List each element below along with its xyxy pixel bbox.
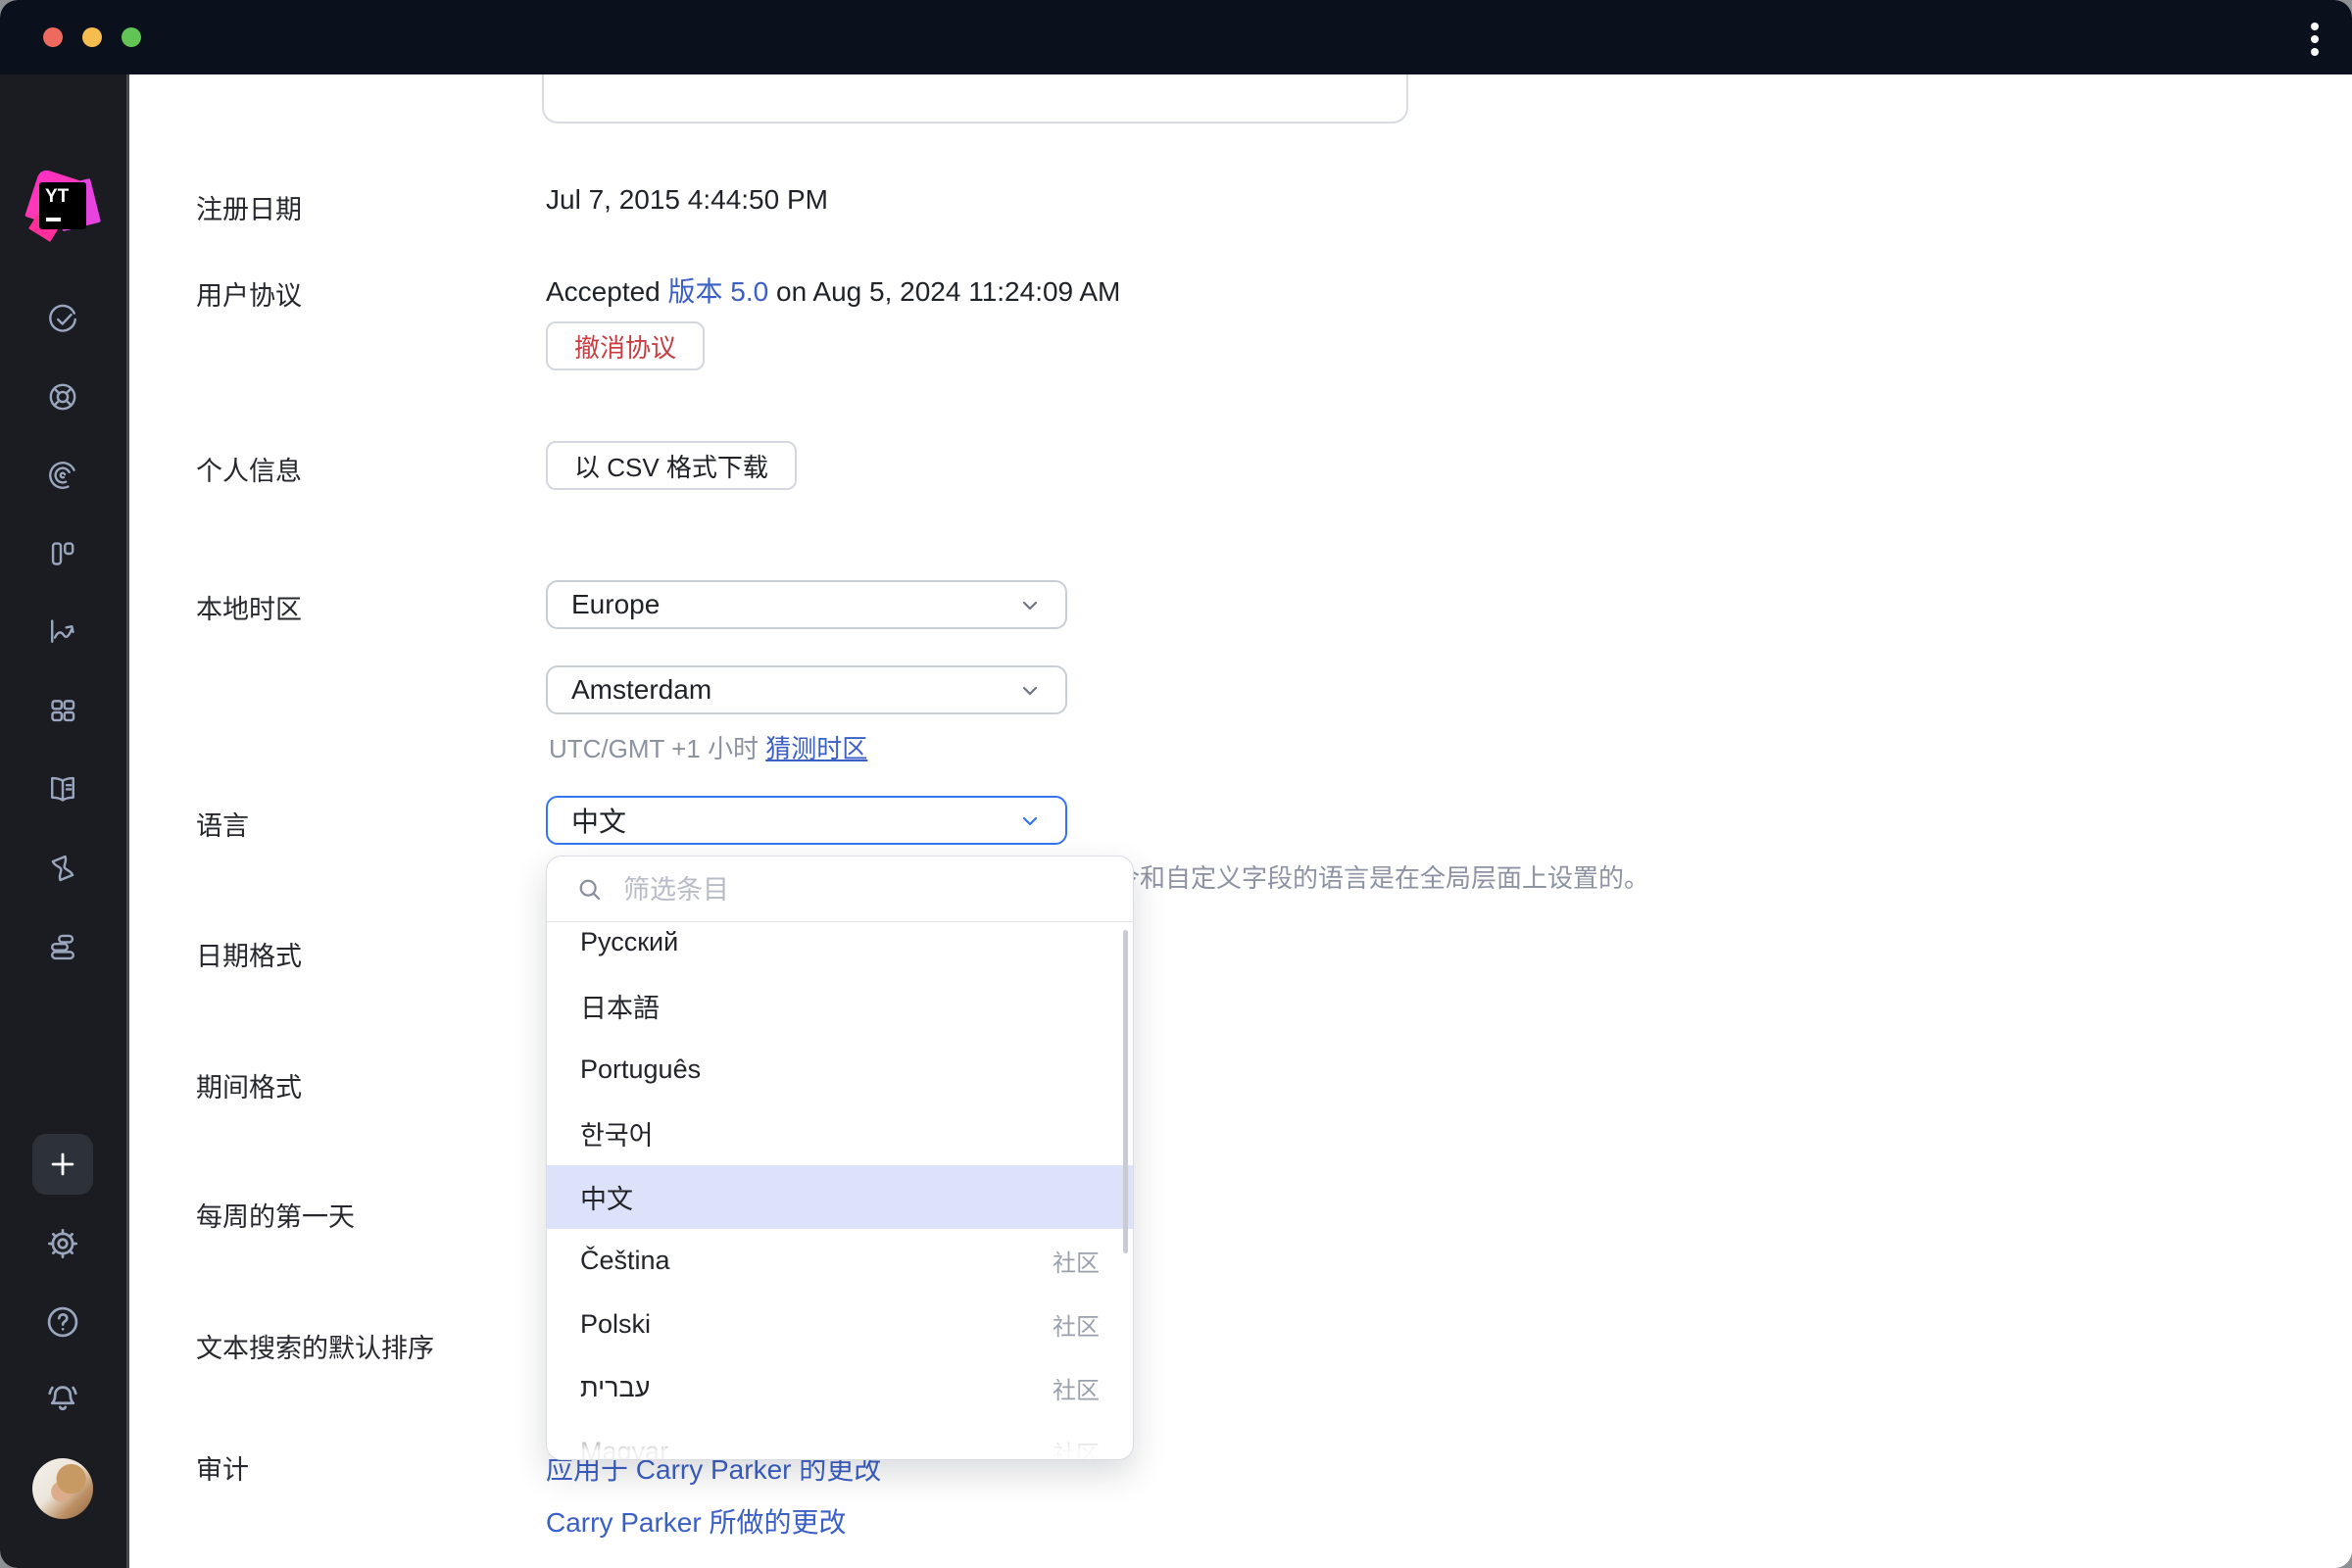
dropdown-options-list: Русский 日本語 Português 한국어 中文 Čeština社区: [547, 922, 1133, 1460]
language-option-hungarian[interactable]: Magyar社区: [547, 1420, 1133, 1460]
download-csv-button[interactable]: 以 CSV 格式下载: [546, 441, 797, 490]
issues-check-icon[interactable]: [46, 303, 79, 336]
field-label-date-format: 日期格式: [196, 935, 302, 973]
language-dropdown-panel: Русский 日本語 Português 한국어 中文 Čeština社区: [546, 856, 1134, 1460]
agreement-version-link[interactable]: 版本 5.0: [668, 276, 769, 307]
field-label-language: 语言: [196, 805, 249, 843]
agreement-suffix: on Aug 5, 2024 11:24:09 AM: [768, 276, 1120, 307]
dropdown-filter-input[interactable]: [621, 868, 1086, 911]
agile-boards-icon[interactable]: [46, 537, 79, 570]
field-label-user-agreement: 用户协议: [196, 274, 302, 313]
window-titlebar: [0, 0, 2352, 74]
timezone-offset-text: UTC/GMT +1 小时: [549, 734, 765, 763]
reports-trend-icon[interactable]: [46, 614, 79, 648]
revoke-agreement-button[interactable]: 撤消协议: [546, 321, 705, 370]
chevron-down-icon: [1018, 808, 1042, 832]
search-icon: [576, 876, 603, 903]
timezone-city-select[interactable]: Amsterdam: [546, 665, 1067, 714]
logo-text: YT: [45, 186, 69, 207]
language-option-japanese[interactable]: 日本語: [547, 974, 1133, 1038]
helpdesk-lifebuoy-icon[interactable]: [46, 380, 79, 414]
notifications-bell-icon[interactable]: [44, 1380, 81, 1417]
dropdown-search-row: [547, 857, 1133, 922]
language-selected-value: 中文: [571, 801, 626, 840]
spiral-icon[interactable]: [46, 459, 79, 492]
close-window-button[interactable]: [43, 27, 63, 47]
text-field-partial[interactable]: [542, 74, 1408, 123]
agreement-status-line: Accepted 版本 5.0 on Aug 5, 2024 11:24:09 …: [546, 270, 1120, 310]
language-option-korean[interactable]: 한국어: [547, 1102, 1133, 1165]
field-label-audit: 审计: [196, 1448, 249, 1487]
language-option-hebrew[interactable]: עברית社区: [547, 1356, 1133, 1420]
field-label-local-timezone: 本地时区: [196, 588, 302, 626]
chevron-down-icon: [1018, 678, 1042, 702]
expand-sidebar-icon[interactable]: [46, 1563, 79, 1568]
knowledge-book-icon[interactable]: [46, 772, 79, 806]
agreement-prefix: Accepted: [546, 276, 668, 307]
language-select[interactable]: 中文: [546, 796, 1067, 845]
user-avatar[interactable]: [32, 1458, 93, 1519]
apps-grid-icon[interactable]: [46, 694, 79, 727]
registration-date-value: Jul 7, 2015 4:44:50 PM: [546, 184, 828, 216]
create-new-button[interactable]: [32, 1134, 93, 1195]
dropdown-scrollbar-thumb[interactable]: [1123, 930, 1128, 1253]
timezone-region-select[interactable]: Europe: [546, 580, 1067, 629]
audit-made-changes-link[interactable]: Carry Parker 所做的更改: [546, 1501, 846, 1541]
youtrack-logo[interactable]: YT: [29, 171, 96, 237]
main-content: [129, 74, 2352, 1568]
sidebar: YT: [0, 74, 129, 1568]
language-option-chinese[interactable]: 中文: [547, 1165, 1133, 1229]
window-menu-icon[interactable]: [2305, 18, 2325, 61]
language-option-polish[interactable]: Polski社区: [547, 1293, 1133, 1356]
app-window: YT: [0, 0, 2352, 1568]
plus-icon: [46, 1148, 79, 1181]
language-option-portuguese[interactable]: Português: [547, 1038, 1133, 1102]
field-label-first-day-of-week: 每周的第一天: [196, 1196, 355, 1234]
minimize-window-button[interactable]: [82, 27, 102, 47]
field-label-registration-date: 注册日期: [196, 188, 302, 226]
field-label-period-format: 期间格式: [196, 1066, 302, 1104]
timesheets-hourglass-icon[interactable]: [46, 852, 79, 885]
help-icon[interactable]: [44, 1303, 81, 1341]
zoom-window-button[interactable]: [122, 27, 141, 47]
settings-gear-icon[interactable]: [44, 1225, 81, 1262]
chevron-down-icon: [1018, 593, 1042, 616]
guess-timezone-link[interactable]: 猜测时区: [765, 734, 867, 763]
timezone-note: UTC/GMT +1 小时 猜测时区: [549, 729, 867, 765]
field-label-personal-info: 个人信息: [196, 450, 302, 488]
language-help-text: 命令和自定义字段的语言是在全局层面上设置的。: [1089, 858, 1649, 895]
gantt-bars-icon[interactable]: [46, 930, 79, 963]
timezone-region-value: Europe: [571, 589, 660, 620]
language-option-czech[interactable]: Čeština社区: [547, 1229, 1133, 1293]
timezone-city-value: Amsterdam: [571, 674, 711, 706]
field-label-default-text-search-sort: 文本搜索的默认排序: [196, 1327, 434, 1365]
language-option-russian[interactable]: Русский: [547, 922, 1133, 974]
